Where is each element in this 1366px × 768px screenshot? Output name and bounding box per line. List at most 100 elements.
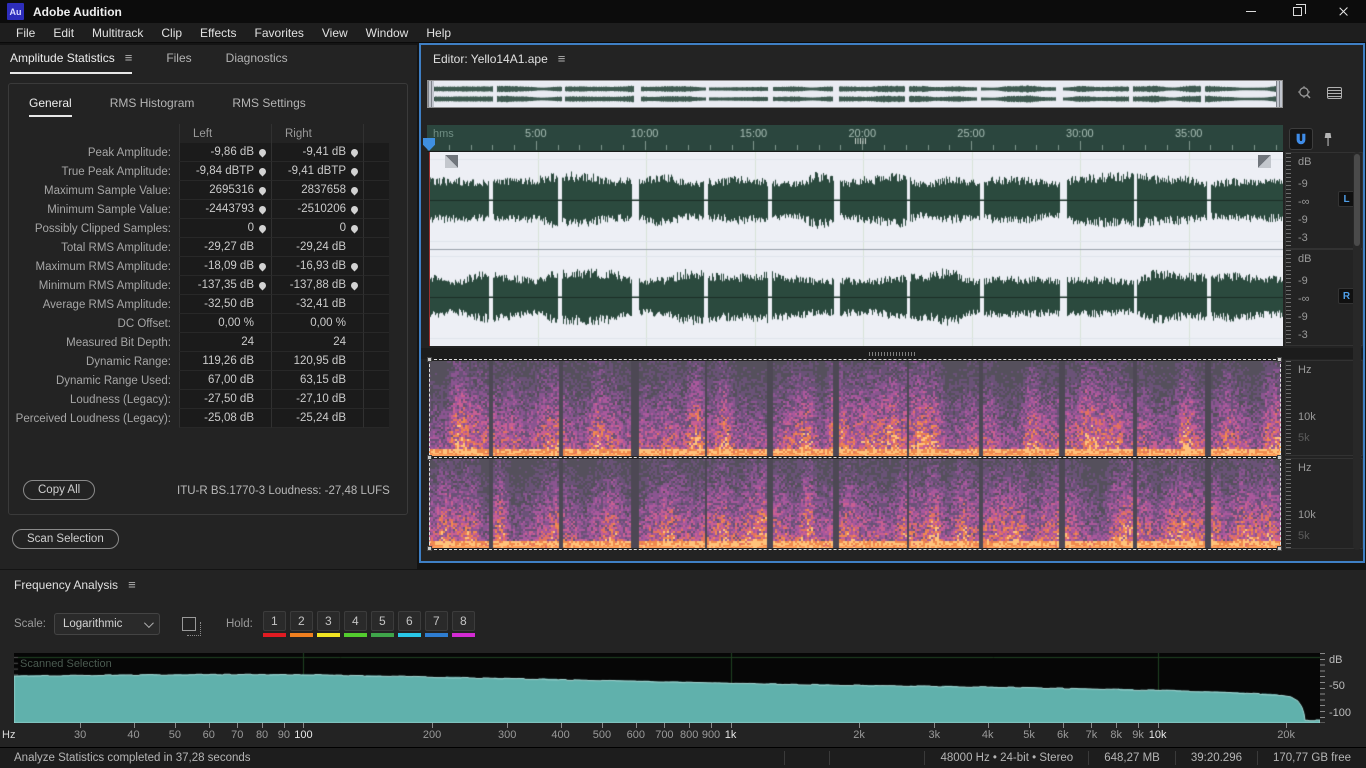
- location-pin-icon[interactable]: [349, 147, 360, 157]
- stat-value-cell[interactable]: 63,15 dB: [271, 371, 363, 390]
- selection-handle[interactable]: [1277, 455, 1282, 460]
- editor-vertical-scrollbar[interactable]: [1353, 152, 1361, 550]
- playhead-line[interactable]: [429, 152, 430, 346]
- location-pin-icon[interactable]: [257, 223, 268, 233]
- location-pin-icon[interactable]: [349, 185, 360, 195]
- stat-value-cell[interactable]: -25,08 dB: [179, 409, 271, 428]
- sub-tab-rms-histogram[interactable]: RMS Histogram: [110, 96, 195, 117]
- stat-value-cell[interactable]: -18,09 dB: [179, 257, 271, 276]
- frequency-analysis-tab[interactable]: Frequency Analysis: [14, 578, 136, 592]
- menu-item-favorites[interactable]: Favorites: [246, 23, 313, 42]
- divider-grip[interactable]: [869, 352, 915, 356]
- stat-value-cell[interactable]: 67,00 dB: [179, 371, 271, 390]
- stat-value-cell[interactable]: -16,93 dB: [271, 257, 363, 276]
- panel-menu-icon[interactable]: [125, 51, 133, 64]
- stat-value-cell[interactable]: -137,35 dB: [179, 276, 271, 295]
- scan-selection-button[interactable]: Scan Selection: [12, 529, 119, 549]
- location-pin-icon[interactable]: [257, 204, 268, 214]
- stat-value-cell[interactable]: -25,24 dB: [271, 409, 363, 428]
- stat-value-cell[interactable]: 0,00 %: [271, 314, 363, 333]
- stat-value-cell[interactable]: -27,50 dB: [179, 390, 271, 409]
- spectrogram-right[interactable]: [429, 459, 1281, 548]
- zoom-navigate-icon[interactable]: [1293, 83, 1315, 103]
- hold-button-5[interactable]: 5: [370, 611, 394, 637]
- hold-button-2[interactable]: 2: [289, 611, 313, 637]
- sub-tab-general[interactable]: General: [29, 96, 72, 117]
- location-pin-icon[interactable]: [257, 147, 268, 157]
- selection-handle[interactable]: [427, 546, 432, 551]
- restore-button[interactable]: [1274, 0, 1320, 23]
- stat-value-cell[interactable]: -9,86 dB: [179, 143, 271, 162]
- menu-item-window[interactable]: Window: [357, 23, 418, 42]
- location-pin-icon[interactable]: [257, 280, 268, 290]
- location-pin-icon[interactable]: [257, 166, 268, 176]
- copy-all-button[interactable]: Copy All: [23, 480, 96, 500]
- stat-value-cell[interactable]: -29,24 dB: [271, 238, 363, 257]
- stat-value-cell[interactable]: 24: [271, 333, 363, 352]
- stat-value-cell[interactable]: -27,10 dB: [271, 390, 363, 409]
- copy-graph-icon[interactable]: [181, 617, 201, 636]
- stat-value-cell[interactable]: 0: [179, 219, 271, 238]
- stat-value-cell[interactable]: -137,88 dB: [271, 276, 363, 295]
- stat-value-cell[interactable]: 0: [271, 219, 363, 238]
- stat-value-cell[interactable]: -9,41 dB: [271, 143, 363, 162]
- menu-item-view[interactable]: View: [313, 23, 357, 42]
- location-pin-icon[interactable]: [349, 223, 360, 233]
- stat-value-cell[interactable]: 120,95 dB: [271, 352, 363, 371]
- overview-waveform[interactable]: [434, 81, 1276, 107]
- menu-item-help[interactable]: Help: [417, 23, 460, 42]
- stat-value-cell[interactable]: -32,50 dB: [179, 295, 271, 314]
- scale-dropdown[interactable]: Logarithmic: [53, 613, 160, 635]
- stat-value-cell[interactable]: 119,26 dB: [179, 352, 271, 371]
- stat-value-cell[interactable]: 24: [179, 333, 271, 352]
- selection-handle[interactable]: [427, 357, 432, 362]
- hold-button-6[interactable]: 6: [397, 611, 421, 637]
- hold-button-8[interactable]: 8: [451, 611, 475, 637]
- snap-toggle[interactable]: [1289, 128, 1313, 150]
- hold-button-4[interactable]: 4: [343, 611, 367, 637]
- selection-handle[interactable]: [1277, 546, 1282, 551]
- menu-item-edit[interactable]: Edit: [44, 23, 83, 42]
- minimize-button[interactable]: [1228, 0, 1274, 23]
- stat-value-cell[interactable]: 0,00 %: [179, 314, 271, 333]
- editor-tab[interactable]: Editor: Yello14A1.ape: [433, 52, 565, 66]
- spectrogram-left[interactable]: [429, 361, 1281, 456]
- waveform-display[interactable]: [429, 152, 1283, 346]
- menu-item-file[interactable]: File: [7, 23, 44, 42]
- tab-diagnostics[interactable]: Diagnostics: [226, 51, 288, 74]
- location-pin-icon[interactable]: [349, 204, 360, 214]
- location-pin-icon[interactable]: [349, 261, 360, 271]
- overview-right-handle[interactable]: [1276, 81, 1282, 107]
- fade-out-handle[interactable]: [1258, 155, 1271, 168]
- stat-value-cell[interactable]: 2695316: [179, 181, 271, 200]
- menu-item-effects[interactable]: Effects: [191, 23, 245, 42]
- stat-value-cell[interactable]: -9,84 dBTP: [179, 162, 271, 181]
- hold-button-1[interactable]: 1: [262, 611, 286, 637]
- fade-in-handle[interactable]: [445, 155, 458, 168]
- timeline-ruler[interactable]: [427, 125, 1283, 152]
- scrollbar-thumb[interactable]: [1354, 154, 1360, 246]
- freq-panel-menu-icon[interactable]: [128, 578, 136, 591]
- tab-files[interactable]: Files: [166, 51, 191, 74]
- location-pin-icon[interactable]: [349, 280, 360, 290]
- selection-handle[interactable]: [1277, 357, 1282, 362]
- waveform-spectral-divider[interactable]: [421, 348, 1363, 359]
- pin-marker-icon[interactable]: [1319, 129, 1337, 149]
- location-pin-icon[interactable]: [349, 166, 360, 176]
- selection-handle[interactable]: [427, 455, 432, 460]
- overview-navigator[interactable]: [427, 80, 1283, 108]
- stat-value-cell[interactable]: 2837658: [271, 181, 363, 200]
- stat-value-cell[interactable]: -9,41 dBTP: [271, 162, 363, 181]
- close-button[interactable]: [1320, 0, 1366, 23]
- hold-button-7[interactable]: 7: [424, 611, 448, 637]
- hold-button-3[interactable]: 3: [316, 611, 340, 637]
- tab-amplitude-statistics[interactable]: Amplitude Statistics: [10, 51, 133, 74]
- location-pin-icon[interactable]: [257, 261, 268, 271]
- sub-tab-rms-settings[interactable]: RMS Settings: [232, 96, 305, 117]
- display-mode-icon[interactable]: [1323, 83, 1345, 103]
- stat-value-cell[interactable]: -2443793: [179, 200, 271, 219]
- editor-menu-icon[interactable]: [558, 52, 566, 65]
- frequency-plot[interactable]: [14, 653, 1320, 723]
- stat-value-cell[interactable]: -32,41 dB: [271, 295, 363, 314]
- location-pin-icon[interactable]: [257, 185, 268, 195]
